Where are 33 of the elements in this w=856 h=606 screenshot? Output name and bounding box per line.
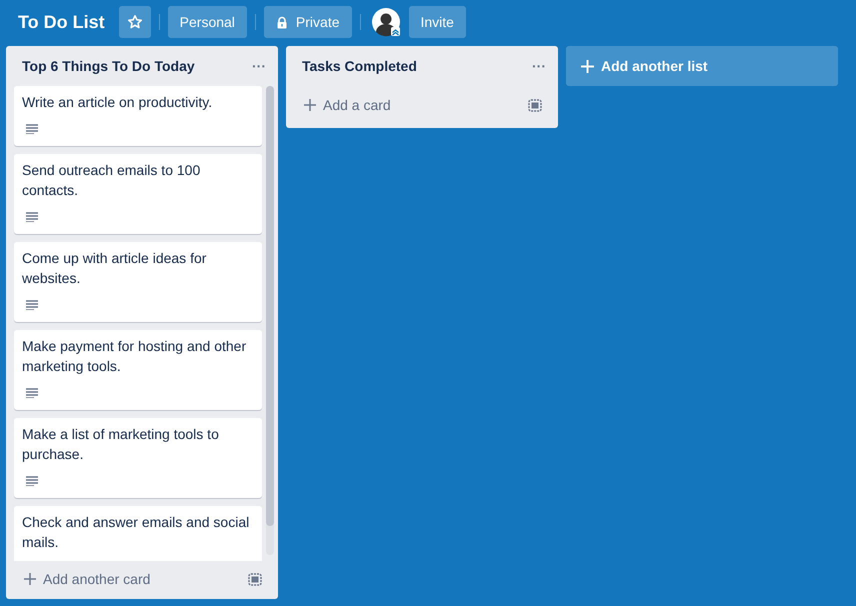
plus-icon	[24, 573, 36, 585]
team-button[interactable]: Personal	[168, 6, 247, 38]
plus-icon	[581, 60, 594, 72]
star-button[interactable]	[118, 6, 151, 38]
template-icon[interactable]	[528, 98, 542, 112]
task-card[interactable]: Make a list of marketing tools to purchase.	[14, 418, 262, 498]
card-text: Check and answer emails and social mails.	[22, 513, 250, 552]
list-title[interactable]: Top 6 Things To Do Today	[22, 58, 195, 74]
list-menu-button[interactable]: ···	[528, 58, 550, 74]
card-text: Come up with article ideas for websites.	[22, 249, 208, 288]
list-title[interactable]: Tasks Completed	[302, 58, 417, 74]
visibility-button[interactable]: Private	[264, 6, 352, 38]
lock-icon	[276, 16, 288, 28]
plus-icon	[304, 99, 316, 111]
add-card-button[interactable]: Add another card	[24, 571, 150, 587]
card-text: Make a list of marketing tools to purchase.	[22, 425, 220, 464]
add-list-button[interactable]: Add another list	[566, 46, 838, 86]
task-card[interactable]: Make payment for hosting and other marketing tools.	[14, 330, 262, 410]
board-title[interactable]: To Do List	[18, 12, 105, 32]
scrollbar[interactable]	[266, 86, 274, 555]
task-card[interactable]: Come up with article ideas for websites.	[14, 242, 262, 322]
card-text: Send outreach emails to 100 contacts.	[22, 161, 202, 200]
invite-button[interactable]: Invite	[408, 6, 466, 38]
task-card[interactable]: Send outreach emails to 100 contacts.	[14, 154, 262, 234]
avatar[interactable]	[370, 7, 400, 37]
add-card-button[interactable]: Add a card	[304, 97, 391, 113]
card-text: Write an article on productivity.	[22, 93, 214, 112]
list-menu-button[interactable]: ···	[248, 58, 270, 74]
card-text: Make payment for hosting and other marketing tools.	[22, 337, 248, 376]
task-card[interactable]: Write an article on productivity.	[14, 86, 262, 146]
template-icon[interactable]	[248, 572, 262, 586]
task-card[interactable]: Check and answer emails and social mails.	[14, 506, 262, 561]
star-icon	[126, 14, 143, 30]
